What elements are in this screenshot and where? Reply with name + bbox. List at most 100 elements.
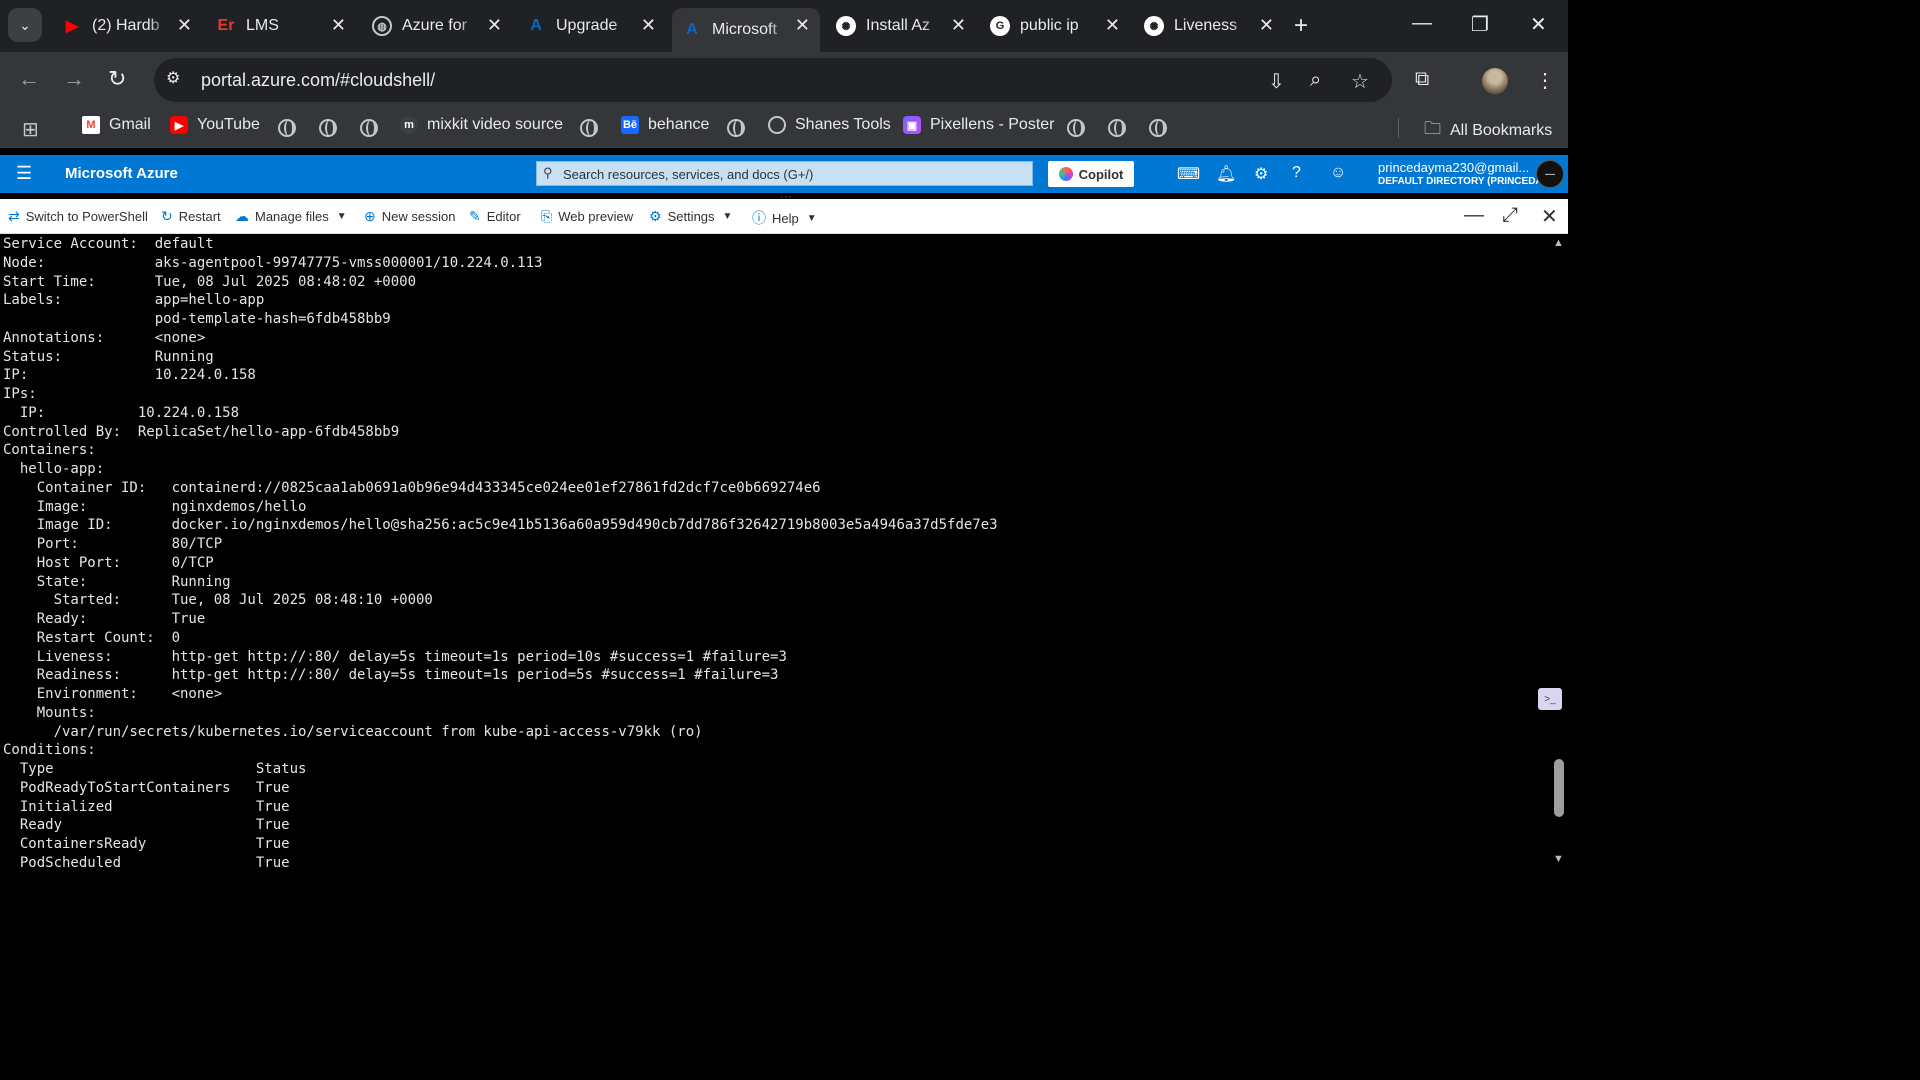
terminal-output[interactable]: Service Account: default Node: aks-agentp… (0, 235, 1550, 882)
globe-icon[interactable] (360, 119, 378, 137)
search-input[interactable] (563, 164, 1023, 184)
chevron-down-icon: ▼ (336, 211, 347, 222)
globe-icon[interactable] (1108, 119, 1126, 137)
help-icon[interactable]: ? (1292, 164, 1301, 182)
browser-tab[interactable]: ✺ Install Az ✕ (826, 8, 976, 44)
new-tab-button[interactable]: + (1294, 12, 1308, 40)
tab-search-button[interactable]: ⌄ (8, 8, 42, 42)
tab-close-icon[interactable]: ✕ (795, 16, 810, 34)
apps-grid-icon[interactable]: ⊞ (22, 117, 39, 142)
help-button[interactable]: ⓘ Help ▼ (752, 208, 817, 228)
terminal-line: Environment: <none> (3, 686, 223, 702)
address-bar[interactable]: ⚙ portal.azure.com/#cloudshell/ ⇩ ⌕ ☆ (154, 58, 1392, 102)
close-window-button[interactable]: ✕ (1530, 12, 1547, 37)
globe-icon[interactable] (580, 119, 598, 137)
all-bookmarks-button[interactable]: 🗀 All Bookmarks (1424, 116, 1552, 145)
terminal-line: PodScheduled True (3, 854, 290, 871)
globe-icon[interactable] (319, 119, 337, 137)
bell-icon[interactable]: 🔔︎ (1216, 164, 1236, 184)
terminal-line: Image: nginxdemos/hello (3, 498, 307, 515)
tab-close-icon[interactable]: ✕ (487, 16, 502, 34)
browser-tab[interactable]: A Upgrade ✕ (516, 8, 666, 44)
url-text[interactable]: portal.azure.com/#cloudshell/ (201, 70, 435, 91)
chatgpt-icon: ✺ (1144, 16, 1164, 36)
browser-tab[interactable]: Er LMS ✕ (206, 8, 356, 44)
forward-icon[interactable]: → (63, 66, 85, 92)
youtube-icon: ▶ (170, 116, 188, 134)
lms-icon: Er (217, 17, 235, 34)
terminal-line: Node: aks-agentpool-99747775-vmss000001/… (3, 254, 543, 271)
globe-icon[interactable] (727, 119, 745, 137)
globe-icon[interactable] (278, 119, 296, 137)
azure-icon: A (530, 17, 542, 34)
account-info[interactable]: princedayma230@gmail... DEFAULT DIRECTOR… (1378, 160, 1551, 187)
terminal-scrollbar[interactable]: ▲ ▼ (1550, 235, 1568, 882)
zoom-icon[interactable]: ⌕ (1310, 69, 1321, 92)
minimize-window-button[interactable]: — (1412, 12, 1432, 35)
bookmark-gmail[interactable]: M Gmail (82, 116, 151, 134)
copilot-button[interactable]: Copilot (1048, 161, 1134, 187)
account-avatar[interactable]: — (1536, 160, 1564, 188)
tab-close-icon[interactable]: ✕ (641, 16, 656, 34)
web-preview-button[interactable]: ⎘ Web preview (541, 208, 633, 225)
terminal-float-icon[interactable]: >_ (1538, 688, 1562, 710)
bookmark-youtube[interactable]: ▶ YouTube (170, 116, 260, 134)
scrollbar-thumb[interactable] (1554, 759, 1564, 817)
cloud-shell-icon[interactable]: ⌨ (1177, 164, 1200, 184)
browser-tab[interactable]: ✺ Liveness ✕ (1134, 8, 1284, 44)
manage-files-button[interactable]: ☁ Manage files ▼ (235, 208, 347, 225)
restart-button[interactable]: ↻ Restart (161, 208, 221, 225)
site-info-icon[interactable]: ⚙ (166, 68, 188, 90)
terminal-line: Host Port: 0/TCP (3, 554, 214, 571)
bookmark-label: behance (648, 116, 710, 133)
gear-icon: ⚙ (649, 208, 662, 224)
terminal-line: Annotations: <none> (3, 329, 206, 346)
tab-close-icon[interactable]: ✕ (177, 16, 192, 34)
settings-button[interactable]: ⚙ Settings ▼ (649, 208, 732, 225)
restore-window-button[interactable]: ❐ (1471, 12, 1489, 37)
azure-brand[interactable]: Microsoft Azure (65, 165, 178, 182)
browser-toolbar: ← → ↻ ⚙ portal.azure.com/#cloudshell/ ⇩ … (0, 52, 1568, 108)
terminal-line: Containers: (3, 442, 96, 459)
globe-icon[interactable] (1149, 119, 1167, 137)
tab-close-icon[interactable]: ✕ (331, 16, 346, 34)
browser-tab[interactable]: A Microsoft ✕ (672, 8, 820, 52)
scroll-up-icon[interactable]: ▲ (1553, 237, 1564, 249)
feedback-icon[interactable]: ☺ (1330, 164, 1346, 182)
new-session-button[interactable]: ⊕ New session (364, 208, 455, 225)
terminal-line: pod-template-hash=6fdb458bb9 (3, 311, 391, 327)
scroll-down-icon[interactable]: ▼ (1553, 853, 1564, 865)
bookmark-behance[interactable]: Bē behance (621, 116, 709, 134)
tab-title: Install Az (866, 17, 931, 34)
browser-tab[interactable]: Gpublic ip ✕ (980, 8, 1130, 44)
tab-title: public ip (1020, 17, 1079, 34)
close-panel-button[interactable]: ✕ (1541, 204, 1558, 229)
bookmark-shanes-tools[interactable]: Shanes Tools (768, 116, 891, 134)
back-icon[interactable]: ← (18, 66, 40, 92)
editor-button[interactable]: ✎ Editor (469, 208, 521, 225)
reload-icon[interactable]: ↻ (108, 66, 126, 92)
bookmark-pixellens[interactable]: ▣ Pixellens - Poster (903, 116, 1055, 134)
terminal-line: Mounts: (3, 704, 96, 721)
minimize-panel-button[interactable]: — (1464, 204, 1484, 227)
install-app-icon[interactable]: ⇩ (1268, 69, 1285, 94)
terminal-line: hello-app: (3, 461, 105, 477)
azure-search[interactable]: ⚲ (536, 161, 1033, 186)
more-menu-icon[interactable]: ⋮ (1535, 68, 1555, 93)
tab-close-icon[interactable]: ✕ (951, 16, 966, 34)
globe-icon[interactable] (1067, 119, 1085, 137)
star-icon[interactable]: ☆ (1351, 69, 1369, 94)
profile-avatar[interactable] (1482, 68, 1508, 94)
gear-icon[interactable]: ⚙ (1254, 164, 1268, 184)
extensions-icon[interactable]: ⧉ (1415, 68, 1429, 91)
browser-tab[interactable]: ▶ (2) Hardb ✕ (52, 8, 202, 44)
switch-powershell-button[interactable]: ⇄ Switch to PowerShell (8, 208, 148, 225)
maximize-panel-button[interactable]: ⤢ (1502, 204, 1518, 227)
bookmark-label: All Bookmarks (1450, 121, 1553, 139)
terminal-line: Ready True (3, 817, 290, 834)
hamburger-menu-icon[interactable]: ☰ (16, 163, 32, 184)
tab-close-icon[interactable]: ✕ (1259, 16, 1274, 34)
tab-close-icon[interactable]: ✕ (1105, 16, 1120, 34)
browser-tab[interactable]: ◍ Azure for ✕ (362, 8, 512, 44)
bookmark-mixkit[interactable]: m mixkit video source (400, 116, 563, 134)
